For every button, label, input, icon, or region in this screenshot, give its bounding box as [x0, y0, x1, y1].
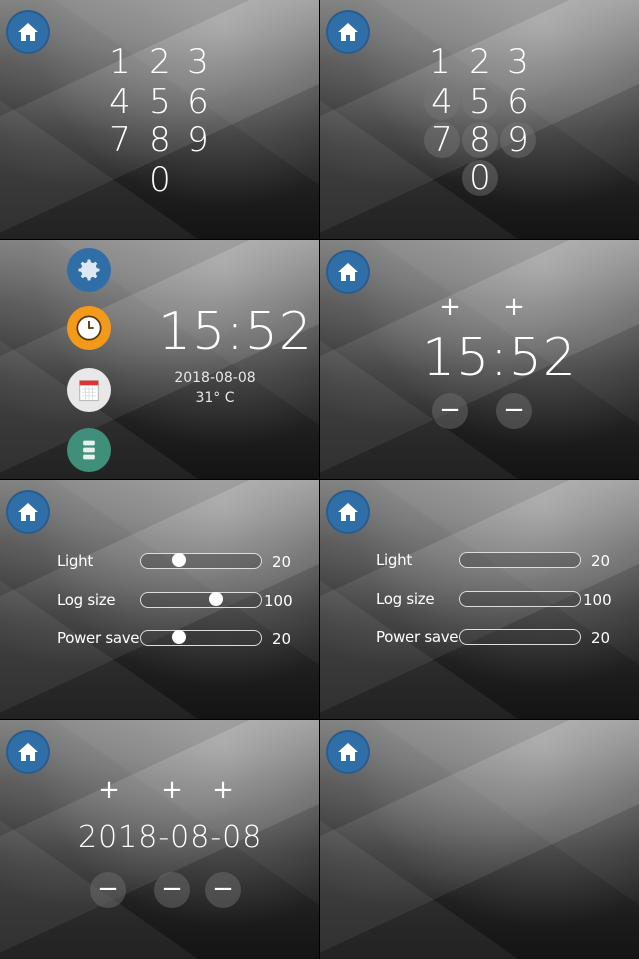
light-label: Light: [57, 552, 93, 570]
home-button[interactable]: [326, 250, 370, 294]
home-button[interactable]: [6, 490, 50, 534]
key-2[interactable]: 2: [140, 42, 180, 82]
clock-menu-button[interactable]: [67, 306, 111, 350]
current-date: 2018-08-08: [174, 370, 256, 386]
power-save-slider[interactable]: [459, 629, 581, 645]
day-plus-button[interactable]: +: [208, 775, 238, 805]
storage-menu-button[interactable]: [67, 428, 111, 472]
power-save-slider-knob[interactable]: [172, 630, 186, 644]
home-icon: [338, 23, 358, 41]
key-3[interactable]: 3: [498, 42, 538, 82]
main-menu-screen: 15:52 2018-08-08 31° C: [0, 240, 319, 479]
current-time: 15:52: [158, 302, 313, 362]
home-button[interactable]: [6, 730, 50, 774]
day-minus-button[interactable]: −: [205, 872, 241, 908]
home-icon: [18, 743, 38, 761]
key-0[interactable]: 0: [140, 160, 180, 200]
key-0[interactable]: 0: [462, 160, 498, 196]
key-6[interactable]: 6: [498, 82, 538, 122]
calendar-menu-button[interactable]: [67, 368, 111, 412]
log-size-slider[interactable]: [140, 592, 262, 608]
year-plus-button[interactable]: +: [94, 775, 124, 805]
log-size-label: Log size: [57, 591, 116, 609]
log-size-value: 100: [264, 592, 293, 610]
home-button[interactable]: [326, 730, 370, 774]
gear-icon: [78, 259, 100, 281]
power-save-value: 20: [591, 629, 611, 647]
light-label: Light: [376, 551, 412, 569]
key-4[interactable]: 4: [100, 82, 140, 122]
keypad-screen: 1 2 3 4 5 6 7 8 9 0: [0, 0, 319, 239]
minute-plus-button[interactable]: +: [499, 292, 529, 322]
key-3[interactable]: 3: [178, 42, 218, 82]
home-icon: [18, 23, 38, 41]
key-1[interactable]: 1: [420, 42, 460, 82]
key-9[interactable]: 9: [178, 120, 218, 160]
hour-minus-button[interactable]: −: [432, 393, 468, 429]
calendar-icon: [79, 380, 99, 402]
home-button[interactable]: [326, 10, 370, 54]
storage-icon: [83, 440, 95, 460]
power-save-slider[interactable]: [140, 630, 262, 646]
key-1[interactable]: 1: [100, 42, 140, 82]
key-5[interactable]: 5: [140, 82, 180, 122]
power-save-value: 20: [272, 630, 292, 648]
home-icon: [338, 503, 358, 521]
light-slider[interactable]: [459, 552, 581, 568]
key-9[interactable]: 9: [500, 122, 536, 158]
log-size-label: Log size: [376, 590, 435, 608]
power-save-label: Power save: [376, 628, 459, 646]
log-size-slider[interactable]: [459, 591, 581, 607]
key-8[interactable]: 8: [462, 122, 498, 158]
editable-date: 2018-08-08: [78, 820, 263, 855]
light-slider[interactable]: [140, 553, 262, 569]
keypad-pressed-screen: 1 2 3 4 5 6 7 8 9 0: [320, 0, 639, 239]
log-size-slider-knob[interactable]: [209, 592, 223, 606]
key-5[interactable]: 5: [462, 84, 498, 120]
settings-menu-button[interactable]: [67, 248, 111, 292]
time-editor-screen: + + 15:52 − −: [320, 240, 639, 479]
key-8[interactable]: 8: [140, 120, 180, 160]
screens-grid: 1 2 3 4 5 6 7 8 9 0 1 2 3 4 5 6 7 8 9 0: [0, 0, 639, 959]
month-minus-button[interactable]: −: [154, 872, 190, 908]
month-plus-button[interactable]: +: [157, 775, 187, 805]
date-editor-screen: + + + 2018-08-08 − − −: [0, 720, 319, 959]
key-2[interactable]: 2: [460, 42, 500, 82]
key-7[interactable]: 7: [100, 120, 140, 160]
year-minus-button[interactable]: −: [90, 872, 126, 908]
light-slider-knob[interactable]: [172, 553, 186, 567]
blank-screen: [320, 720, 639, 959]
clock-icon: [76, 315, 102, 341]
settings-screen-alt: Light 20 Log size 100 Power save 20: [320, 480, 639, 719]
home-button[interactable]: [326, 490, 370, 534]
light-value: 20: [591, 552, 611, 570]
power-save-label: Power save: [57, 629, 140, 647]
temperature: 31° C: [195, 390, 235, 406]
key-4[interactable]: 4: [424, 84, 460, 120]
key-6[interactable]: 6: [178, 82, 218, 122]
home-icon: [338, 263, 358, 281]
log-size-value: 100: [583, 591, 612, 609]
home-button[interactable]: [6, 10, 50, 54]
minute-minus-button[interactable]: −: [496, 393, 532, 429]
light-value: 20: [272, 553, 292, 571]
hour-plus-button[interactable]: +: [435, 292, 465, 322]
home-icon: [18, 503, 38, 521]
home-icon: [338, 743, 358, 761]
settings-screen: Light 20 Log size 100 Power save 20: [0, 480, 319, 719]
editable-time: 15:52: [422, 328, 577, 388]
key-7[interactable]: 7: [424, 122, 460, 158]
